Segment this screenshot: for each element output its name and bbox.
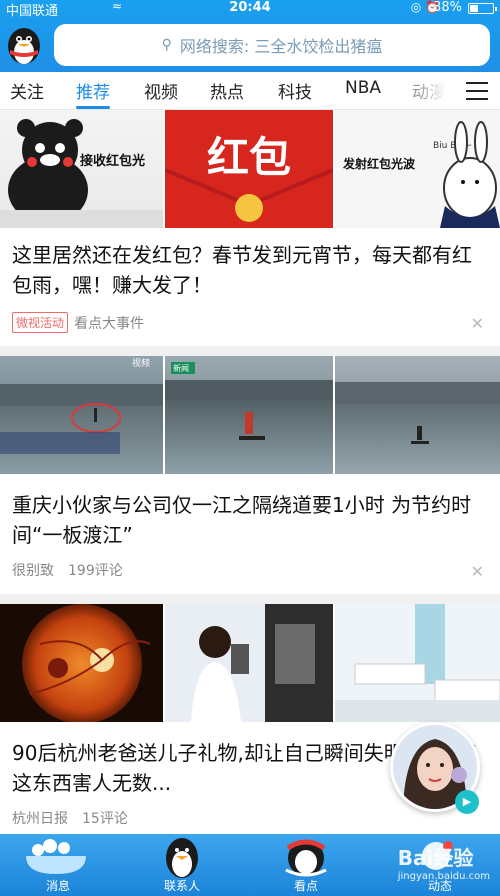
river-image-1: 视频 — [0, 356, 163, 474]
battery-icon — [468, 3, 497, 14]
nav-contacts[interactable]: 联系人 — [132, 834, 232, 896]
comment-count: 199评论 — [68, 563, 123, 579]
comment-count: 15评论 — [82, 811, 128, 827]
tab-follow[interactable]: 关注 — [10, 78, 44, 103]
image-caption: 接收红包光 — [80, 153, 145, 169]
feed-card[interactable]: 接收红包光 红包 发射红包光波 Biu Biu~ 这里居然还在发红包？春节发到元… — [0, 110, 500, 346]
hongbao-text: 红包 — [207, 133, 291, 182]
red-envelope-image: 红包 — [165, 110, 333, 228]
river-image-2: 新闻 — [165, 356, 333, 474]
tab-nba[interactable]: NBA — [345, 78, 381, 98]
image-caption: 新闻 — [173, 363, 189, 373]
feed-card[interactable]: 视频 新闻 重庆小伙家与公司仅一江之隔绕道要1小时 为节约时间“一板渡江” 很别… — [0, 356, 500, 594]
tab-recommend[interactable]: 推荐 — [76, 78, 110, 109]
tab-hot[interactable]: 热点 — [210, 78, 244, 103]
tab-anime[interactable]: 动漫 — [412, 78, 446, 103]
divider — [0, 594, 500, 604]
nav-label: 看点 — [293, 879, 318, 893]
image-caption: 发射红包光波 — [342, 156, 416, 171]
tab-tech[interactable]: 科技 — [278, 78, 312, 103]
divider — [0, 346, 500, 356]
card-meta: 杭州日报 15评论 — [12, 808, 128, 828]
doctor-image — [165, 604, 333, 722]
watermark-url: jingyan.baidu.com — [397, 871, 490, 882]
status-bar: 中国联通 ≈ 20:44 ◎ ⏰ 38% — [0, 0, 500, 19]
menu-icon[interactable] — [466, 82, 488, 100]
retina-image — [0, 604, 163, 722]
card-meta: 微视活动 看点大事件 — [12, 312, 144, 333]
river-image-3 — [335, 356, 500, 474]
nav-messages[interactable]: 消息 — [8, 834, 108, 896]
qq-app-screen: 中国联通 ≈ 20:44 ◎ ⏰ 38% ⚲ 网络搜索: 三全水饺检出猪瘟 关注… — [0, 0, 500, 896]
bear-image: 接收红包光 — [0, 110, 163, 228]
rabbit-image: 发射红包光波 Biu Biu~ — [335, 110, 500, 228]
card-images: 视频 新闻 — [0, 356, 500, 474]
play-icon[interactable]: ▶ — [455, 790, 479, 814]
channel-tabs: 关注 推荐 视频 热点 科技 NBA 动漫 — [0, 72, 500, 110]
dismiss-icon[interactable]: ✕ — [471, 314, 484, 333]
dismiss-icon[interactable]: ✕ — [471, 562, 484, 581]
nav-label: 消息 — [45, 879, 70, 893]
header-bar: 中国联通 ≈ 20:44 ◎ ⏰ 38% ⚲ 网络搜索: 三全水饺检出猪瘟 — [0, 0, 500, 72]
tab-video[interactable]: 视频 — [144, 78, 178, 103]
card-images: 接收红包光 红包 发射红包光波 Biu Biu~ — [0, 110, 500, 228]
card-source: 看点大事件 — [74, 315, 145, 332]
bathtub-icon — [26, 839, 86, 874]
search-bar[interactable]: ⚲ 网络搜索: 三全水饺检出猪瘟 — [54, 24, 490, 66]
card-title[interactable]: 重庆小伙家与公司仅一江之隔绕道要1小时 为节约时间“一板渡江” — [12, 490, 488, 550]
card-source: 很别致 — [12, 563, 54, 579]
search-icon: ⚲ — [161, 37, 172, 53]
card-title[interactable]: 这里居然还在发红包？春节发到元宵节，每天都有红包雨，嘿！赚大发了！ — [12, 240, 488, 300]
card-source: 杭州日报 — [12, 811, 68, 827]
hospital-ward-image — [335, 604, 500, 722]
nav-kandian[interactable]: 看点 — [256, 834, 356, 896]
penguin-icon — [166, 838, 198, 878]
card-images — [0, 604, 500, 722]
watermark-brand: Bai经验 — [397, 846, 474, 870]
penguin-avatar-icon[interactable] — [4, 22, 44, 66]
nav-label: 联系人 — [163, 879, 200, 893]
battery-percent: 38% — [433, 0, 462, 15]
penguin-swim-icon — [285, 839, 327, 877]
image-caption: 视频 — [132, 357, 150, 369]
search-placeholder: 网络搜索: 三全水饺检出猪瘟 — [179, 37, 383, 56]
baidu-jingyan-watermark: Bai经验 jingyan.baidu.com — [398, 842, 490, 882]
activity-tag: 微视活动 — [12, 312, 69, 333]
card-meta: 很别致 199评论 — [12, 560, 123, 580]
